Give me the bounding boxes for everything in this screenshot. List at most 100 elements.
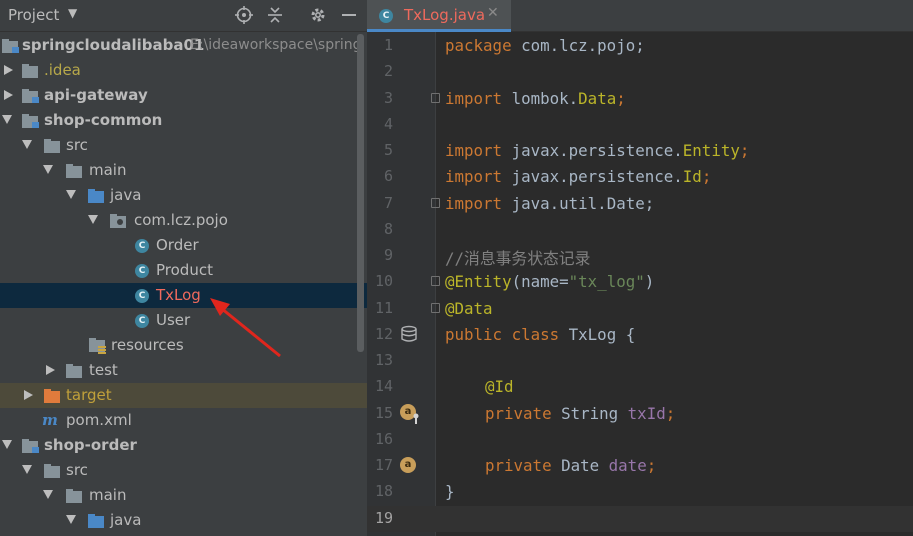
chevron-down-icon[interactable] [43,165,53,174]
tree-item-src[interactable]: src [0,133,367,158]
tree-item-txlog[interactable]: C TxLog [0,283,367,308]
chevron-down-icon[interactable] [22,140,32,149]
line-number: 7 [383,194,393,212]
tree-item-main[interactable]: main [0,483,367,508]
chevron-down-icon[interactable] [66,190,76,199]
tree-item-product[interactable]: C Product [0,258,367,283]
code-line: private Date date; [485,456,656,475]
tree-item-package[interactable]: com.lcz.pojo [0,208,367,233]
chevron-down-icon[interactable]: ▼ [68,6,77,20]
tree-item-label: test [89,361,118,379]
chevron-down-icon[interactable] [43,490,53,499]
line-number: 13 [374,351,393,369]
fold-marker-icon[interactable] [431,198,440,208]
folder-icon [66,363,82,382]
close-icon[interactable]: ✕ [487,5,499,21]
project-path: E:\ideaworkspace\spring [190,37,362,53]
tree-item-src[interactable]: src [0,458,367,483]
code-line: package com.lcz.pojo; [445,36,645,55]
fold-marker-icon[interactable] [431,303,440,313]
code-token: ) [644,272,655,291]
tab-label: TxLog.java [404,6,486,24]
tree-item-label: springcloudalibaba01 [22,36,205,54]
tree-item-resources[interactable]: resources [0,333,367,358]
tree-item-api-gateway[interactable]: api-gateway [0,83,367,108]
chevron-down-icon[interactable] [2,115,12,124]
code-line: @Data [445,299,493,318]
code-line: import lombok.Data; [445,89,626,108]
tree-item-java[interactable]: java [0,183,367,208]
code-line: private String txId; [485,404,675,423]
tree-item-label: TxLog [156,286,201,304]
tree-item-label: main [89,486,127,504]
line-number: 17 [374,456,393,474]
tree-item-shop-common[interactable]: shop-common [0,108,367,133]
chevron-down-icon[interactable] [22,465,32,474]
tree-item-label: User [156,311,191,329]
code-token: import [445,167,503,186]
annotation-badge-icon[interactable]: a [400,457,416,473]
chevron-right-icon[interactable] [4,65,13,75]
tree-item-shop-order[interactable]: shop-order [0,433,367,458]
project-view-selector[interactable]: Project [8,6,59,24]
gear-icon[interactable] [306,3,330,27]
line-number: 3 [383,89,393,107]
tree-item-target[interactable]: target [0,383,367,408]
tree-item-test[interactable]: test [0,358,367,383]
class-icon: C [135,239,149,253]
scrollbar[interactable] [357,34,364,352]
maven-icon: m [42,411,58,429]
folder-icon [22,63,38,82]
chevron-right-icon[interactable] [4,90,13,100]
tree-item-pom[interactable]: m pom.xml [0,408,367,433]
chevron-down-icon[interactable] [66,515,76,524]
source-folder-icon [88,188,104,207]
fold-marker-icon[interactable] [431,93,440,103]
line-number: 19 [374,509,393,527]
line-number: 14 [374,377,393,395]
line-number: 15 [374,404,393,422]
module-folder-icon [2,38,20,58]
tree-item-label: src [66,461,88,479]
chevron-right-icon[interactable] [24,390,33,400]
tree-item-label: api-gateway [44,86,148,104]
tree-item-label: shop-common [44,111,163,129]
tab-txlog-java[interactable]: C TxLog.java ✕ [367,0,511,32]
tree-item-idea[interactable]: .idea [0,58,367,83]
fold-marker-icon[interactable] [431,276,440,286]
tree-item-label: Order [156,236,199,254]
module-folder-icon [22,88,40,108]
tree-item-label: java [110,186,142,204]
tree-item-label: main [89,161,127,179]
tree-item-label: com.lcz.pojo [134,211,228,229]
line-number: 11 [374,299,393,317]
code-comment: //消息事务状态记录 [445,249,591,268]
package-icon [110,213,128,232]
tree-item-springcloudalibaba01[interactable]: springcloudalibaba01 E:\ideaworkspace\sp… [0,33,367,58]
chevron-down-icon[interactable] [2,440,12,449]
tree-item-label: java [110,511,142,529]
code-token: Entity [682,141,740,160]
folder-icon [66,163,82,182]
code-line: public class TxLog { [445,325,635,344]
chevron-down-icon[interactable] [88,215,98,224]
code-token: private [485,456,552,475]
line-number: 18 [374,482,393,500]
excluded-folder-icon [44,388,60,407]
chevron-right-icon[interactable] [46,365,55,375]
locate-icon[interactable] [232,3,256,27]
code-line: import java.util.Date; [445,194,654,213]
tree-item-user[interactable]: C User [0,308,367,333]
tree-item-order[interactable]: C Order [0,233,367,258]
tree-item-main[interactable]: main [0,158,367,183]
class-icon: C [135,264,149,278]
database-table-icon[interactable] [400,325,418,347]
tree-item-java[interactable]: java [0,508,367,533]
code-token: com.lcz.pojo; [511,36,645,55]
tree-item-label: .idea [44,61,81,79]
code-token: "tx_log" [568,272,645,291]
line-number: 10 [374,272,393,290]
collapse-all-icon[interactable] [263,3,287,27]
code-token: @Entity [445,272,512,291]
minimize-icon[interactable] [337,3,361,27]
